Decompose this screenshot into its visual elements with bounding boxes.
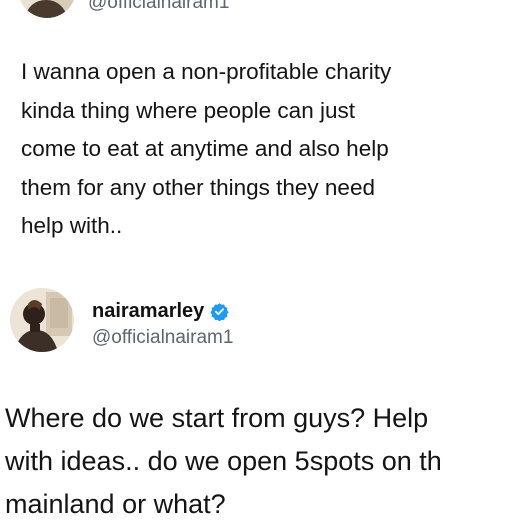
avatar[interactable] <box>10 288 74 352</box>
verified-badge-icon <box>210 302 229 322</box>
tweet-1-line: them for any other things they need <box>21 174 375 200</box>
tweet-1: @officialnairam1 I wanna open a non-prof… <box>0 0 515 260</box>
tweet-1-line: help with.. <box>21 213 123 238</box>
tweet-2-handle[interactable]: @officialnairam1 <box>92 327 233 349</box>
avatar[interactable] <box>18 0 76 18</box>
tweet-2-text: Where do we start from guys? Help with i… <box>5 397 442 526</box>
tweet-2-line: Where do we start from guys? Help <box>5 403 429 433</box>
tweet-1-line: kinda thing where people can just <box>21 97 355 123</box>
tweet-2: nairamarley @officialnairam1 Where do we… <box>0 280 515 519</box>
tweet-2-line: with ideas.. do we open 5spots on th <box>5 446 442 476</box>
tweet-2-name-row: nairamarley <box>92 300 229 323</box>
avatar-image <box>10 288 74 352</box>
tweet-2-line: mainland or what? <box>5 489 226 519</box>
tweet-1-text: I wanna open a non-profitable charity ki… <box>21 53 391 246</box>
tweet-1-line: come to eat at anytime and also help <box>21 136 389 161</box>
display-name[interactable]: nairamarley <box>92 300 204 323</box>
tweet-1-line: I wanna open a non-profitable charity <box>21 59 392 84</box>
tweet-1-handle[interactable]: @officialnairam1 <box>88 0 229 14</box>
avatar-image <box>18 0 76 18</box>
